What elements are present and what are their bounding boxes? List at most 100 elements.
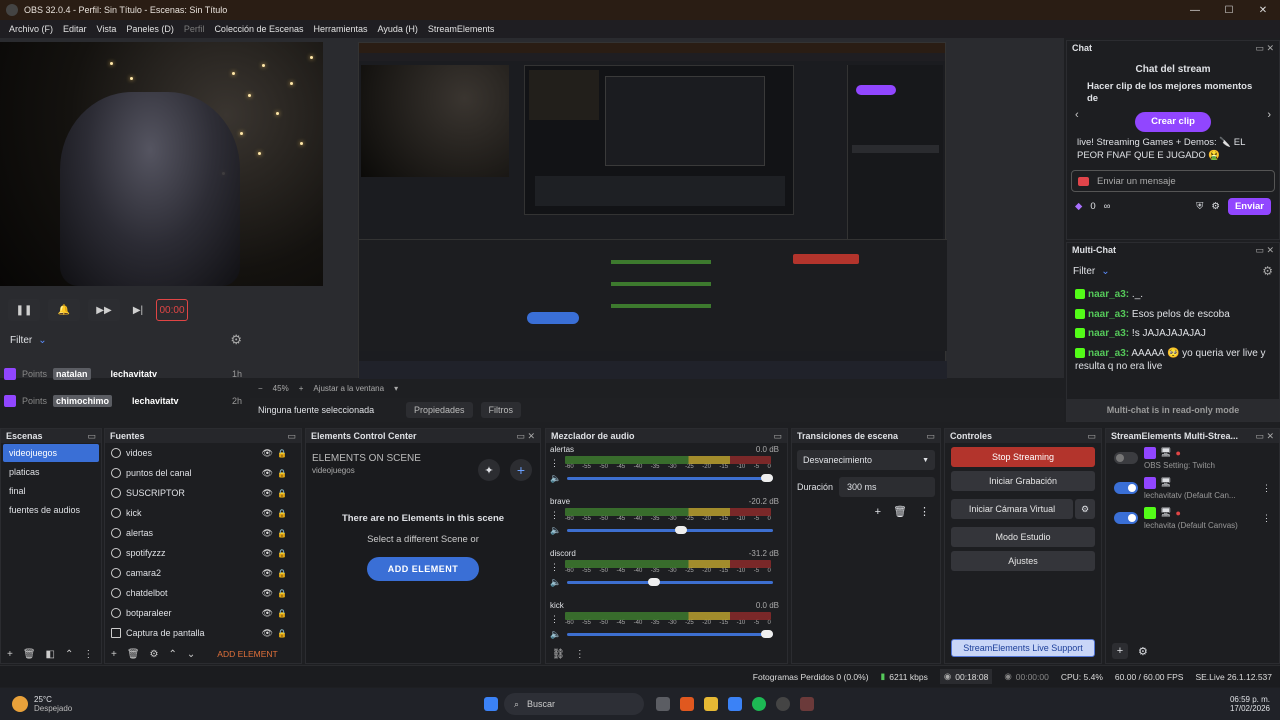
bell-icon[interactable]: 🔔 [48,299,80,321]
up-icon[interactable]: ⌃ [169,649,177,660]
next-button[interactable]: ▶| [128,299,148,321]
close-button[interactable]: ✕ [1246,0,1280,20]
stream-toggle[interactable] [1114,512,1138,524]
send-button[interactable]: Enviar [1227,198,1271,216]
chevron-down-icon[interactable]: ⌄ [1101,266,1109,277]
eye-icon[interactable]: 👁 [262,568,273,579]
up-icon[interactable]: ⌃ [65,649,73,660]
slider-knob[interactable] [647,578,660,586]
source-item[interactable]: spotifyzzz 👁 🔒 [105,543,301,563]
store-icon[interactable] [728,697,742,711]
undock-icon[interactable]: ▭ [87,431,96,442]
eye-icon[interactable]: 👁 [262,468,273,479]
add-icon[interactable]: + [510,459,532,481]
source-item[interactable]: alertas 👁 🔒 [105,523,301,543]
pause-button[interactable]: ❚❚ [8,299,40,321]
obs-icon[interactable] [776,697,790,711]
slider-knob[interactable] [761,630,774,638]
stop-streaming-button[interactable]: Stop Streaming [951,447,1095,467]
undock-icon[interactable]: ▭ [926,431,935,442]
stream-toggle[interactable] [1114,452,1138,464]
lock-icon[interactable]: 🔒 [277,509,287,518]
filter-label[interactable]: Filter [10,335,32,346]
slider-knob[interactable] [674,526,687,534]
lock-icon[interactable]: 🔒 [277,469,287,478]
fit-window-button[interactable]: Ajustar a la ventana [313,384,384,393]
shield-icon[interactable]: ⛨ [1196,201,1203,212]
undock-icon[interactable]: ▭ [287,431,296,442]
gear-icon[interactable]: ⚙ [1262,264,1273,278]
spotify-icon[interactable] [752,697,766,711]
scene-item[interactable]: videojuegos [3,444,99,462]
add-icon[interactable]: + [1112,643,1128,659]
link-icon[interactable]: ⛓ [552,649,565,660]
gear-icon[interactable]: ⚙ [1211,201,1220,212]
maximize-button[interactable]: ☐ [1212,0,1246,20]
gear-icon[interactable]: ⚙ [1138,645,1148,658]
more-icon[interactable]: ⋮ [550,614,559,625]
menu-herramientas[interactable]: Herramientas [309,24,373,34]
source-item[interactable]: camara2 👁 🔒 [105,563,301,583]
source-item[interactable]: botparaleer 👁 🔒 [105,603,301,623]
lock-icon[interactable]: 🔒 [277,549,287,558]
lock-icon[interactable]: 🔒 [277,569,287,578]
zoom-out-button[interactable]: − [258,384,263,393]
scene-item[interactable]: fuentes de audios [3,501,99,519]
weather-icon[interactable] [12,696,28,712]
chat-input[interactable]: Enviar un mensaje [1071,170,1275,193]
close-icon[interactable]: ▭ ✕ [1255,431,1274,442]
volume-slider[interactable] [567,630,774,638]
menu-coleccion[interactable]: Colección de Escenas [209,24,308,34]
eye-icon[interactable]: 👁 [262,588,273,599]
add-icon[interactable]: + [7,649,13,660]
lock-icon[interactable]: 🔒 [277,589,287,598]
menu-paneles[interactable]: Paneles (D) [121,24,179,34]
trash-icon[interactable]: 🗑 [127,649,140,660]
create-clip-button[interactable]: Crear clip [1135,111,1211,132]
minimize-button[interactable]: — [1178,0,1212,20]
speaker-icon[interactable]: 🔈 [550,525,561,536]
eye-icon[interactable]: 👁 [262,448,273,459]
more-icon[interactable]: ⋮ [83,649,93,660]
more-icon[interactable]: ⋮ [1262,483,1271,494]
gear-icon[interactable]: ⚙ [230,332,242,348]
close-icon[interactable]: ▭ ✕ [516,431,535,442]
properties-button[interactable]: Propiedades [406,402,473,418]
lock-icon[interactable]: 🔒 [277,489,287,498]
source-item[interactable]: puntos del canal 👁 🔒 [105,463,301,483]
volume-slider[interactable] [567,526,774,534]
app-icon[interactable] [800,697,814,711]
filter-label[interactable]: Filter [1073,266,1095,277]
speaker-icon[interactable]: 🔈 [550,629,561,640]
add-element-button[interactable]: ADD ELEMENT [367,557,479,581]
task-view-icon[interactable] [656,697,670,711]
bits-icon[interactable]: ◆ [1075,201,1082,212]
trash-icon[interactable]: 🗑 [23,649,36,660]
eye-icon[interactable]: 👁 [262,628,273,639]
slider-knob[interactable] [761,474,774,482]
eye-icon[interactable]: 👁 [262,508,273,519]
menu-editar[interactable]: Editar [58,24,92,34]
sparkle-icon[interactable]: ✦ [478,459,500,481]
stream-toggle[interactable] [1114,482,1138,494]
source-item[interactable]: Captura de pantalla 👁 🔒 [105,623,301,643]
lock-icon[interactable]: 🔒 [277,609,287,618]
eye-icon[interactable]: 👁 [262,608,273,619]
chevron-right-icon[interactable]: › [1267,109,1271,121]
add-icon[interactable]: + [111,649,117,660]
fast-forward-button[interactable]: ▶▶ [88,299,120,321]
windows-start-icon[interactable] [484,697,498,711]
scene-item[interactable]: platicas [3,463,99,481]
source-item[interactable]: SUSCRIPTOR 👁 🔒 [105,483,301,503]
volume-slider[interactable] [567,474,774,482]
scene-item[interactable]: final [3,482,99,500]
undock-icon[interactable]: ▭ [773,431,782,442]
speaker-icon[interactable]: 🔈 [550,577,561,588]
more-icon[interactable]: ⋮ [1262,513,1271,524]
more-icon[interactable]: ⋮ [575,649,585,660]
speaker-icon[interactable]: 🔈 [550,473,561,484]
close-icon[interactable]: ▭ ✕ [1255,245,1274,256]
settings-button[interactable]: Ajustes [951,551,1095,571]
duration-input[interactable]: 300 ms [839,477,935,497]
eye-icon[interactable]: 👁 [262,488,273,499]
